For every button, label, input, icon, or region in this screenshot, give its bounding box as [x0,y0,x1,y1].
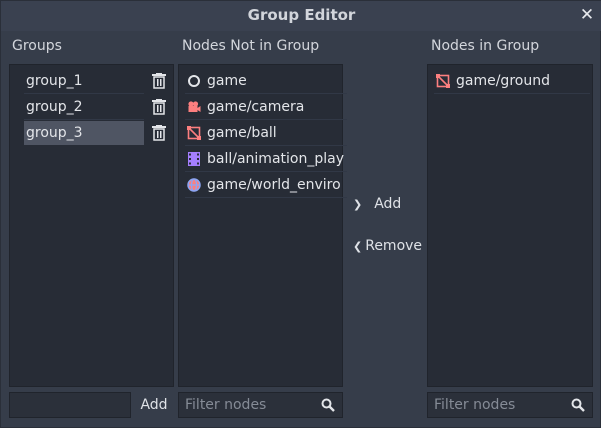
nodes-in-group-label: Nodes in Group [431,38,540,54]
node-path: game/camera [207,99,305,115]
camera-icon [188,101,201,112]
spatial-icon [436,74,450,88]
add-to-group-button[interactable]: ❯ Add [353,196,401,212]
node-path: game/ball [207,125,277,141]
node-path: ball/animation_play [207,151,344,167]
node-item-ball[interactable]: game/ball [185,121,347,146]
nodes-not-in-group-list[interactable]: game game/camera game/ball ball/animatio… [178,64,347,387]
node-item-animation-player[interactable]: ball/animation_play [185,147,347,172]
delete-group-3-icon[interactable] [152,125,166,141]
node-icon [188,75,200,87]
group-name: group_2 [26,99,83,115]
group-item-3[interactable]: group_3 [24,121,144,145]
groups-list[interactable]: group_1 group_2 group_3 [9,64,174,387]
filter-nodes-not-in-group-input[interactable] [178,392,343,418]
group-name: group_3 [26,125,83,141]
world-environment-icon [187,178,201,192]
node-item-camera[interactable]: game/camera [185,95,347,120]
nodes-in-group-list[interactable]: game/ground [427,64,593,387]
node-item-ground[interactable]: game/ground [434,69,590,94]
remove-from-group-button[interactable]: ❮ Remove [353,238,422,254]
node-path: game/world_enviro [207,177,341,193]
remove-from-group-label: Remove [365,238,423,254]
search-icon [571,398,585,412]
chevron-right-icon: ❯ [353,198,363,211]
nodes-not-in-group-label: Nodes Not in Group [182,38,320,54]
delete-group-2-icon[interactable] [152,99,166,115]
group-name: group_1 [26,73,83,89]
node-path: game/ground [456,73,550,89]
node-item-game[interactable]: game [185,69,347,94]
add-to-group-label: Add [374,196,402,212]
dialog-title: Group Editor [247,6,356,24]
chevron-left-icon: ❮ [353,240,363,253]
add-group-button[interactable]: Add [135,392,173,418]
animation-player-icon [188,152,200,166]
close-icon: ✕ [579,5,595,25]
spatial-icon [187,126,201,140]
title-bar: Group Editor ✕ [1,1,601,31]
search-icon [321,398,335,412]
group-editor-dialog: Group Editor ✕ Groups group_1 group_2 gr… [0,0,601,428]
group-item-2[interactable]: group_2 [24,95,144,120]
close-button[interactable]: ✕ [577,5,597,25]
filter-nodes-in-group-input[interactable] [427,392,593,418]
node-path: game [207,73,247,89]
node-item-world-environment[interactable]: game/world_enviro [185,173,347,198]
group-item-1[interactable]: group_1 [24,69,144,94]
delete-group-1-icon[interactable] [152,73,166,89]
new-group-name-input[interactable] [9,392,131,418]
groups-label: Groups [12,38,62,54]
